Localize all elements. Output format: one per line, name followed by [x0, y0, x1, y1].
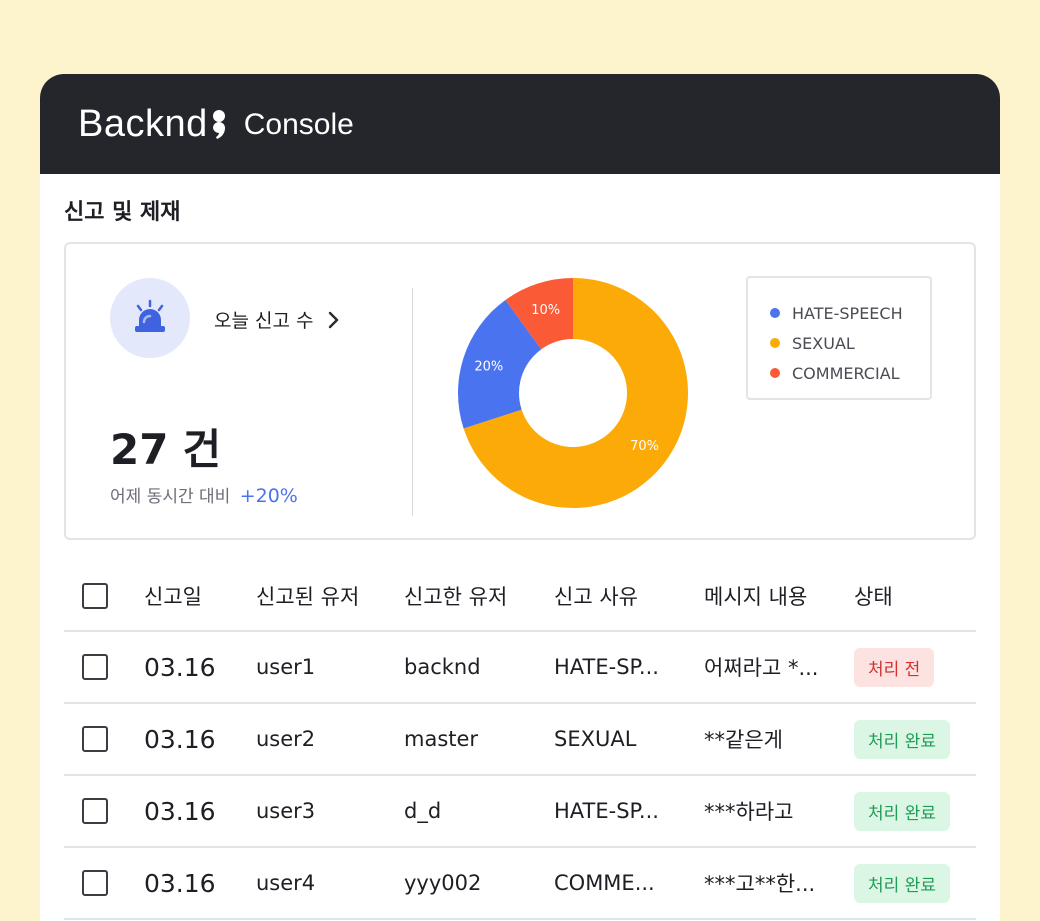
compare-label: 어제 동시간 대비: [110, 487, 231, 507]
cell-reported-user: user1: [256, 655, 316, 679]
alarm-badge: [110, 278, 190, 358]
cell-reporter: yyy002: [404, 871, 482, 895]
cell-reported-user: user2: [256, 727, 316, 751]
status-badge: 처리 완료: [854, 719, 950, 759]
cell-status: 처리 완료: [854, 791, 974, 831]
cell-reported-user: user4: [256, 871, 316, 895]
chart-legend: HATE-SPEECH SEXUAL COMMERCIAL: [746, 276, 932, 400]
cell-date: 03.16: [144, 724, 216, 754]
cell-message: ***하라고: [704, 800, 794, 824]
page-title: 신고 및 제재: [64, 200, 181, 225]
row-select-cell: [64, 654, 144, 680]
cell-reporter: d_d: [404, 799, 442, 823]
logo-mark-icon: [212, 110, 225, 139]
donut-slice-label: 70%: [630, 439, 659, 454]
cell-reason: COMME...: [554, 871, 655, 895]
console-label: Console: [243, 108, 354, 141]
legend-dot: [770, 308, 780, 318]
legend-item: COMMERCIAL: [770, 358, 930, 388]
header-reporter[interactable]: 신고한 유저: [404, 581, 554, 611]
table-row[interactable]: 03.16 user4 yyy002 COMME... ***고**한... 처리 완료: [64, 848, 976, 920]
report-count-unit: 건: [182, 425, 222, 474]
legend-item: SEXUAL: [770, 328, 930, 358]
table-header-row: 신고일 신고된 유저 신고한 유저 신고 사유 메시지 내용 상태: [64, 561, 976, 632]
row-checkbox[interactable]: [82, 726, 108, 752]
status-badge: 처리 전: [854, 647, 935, 687]
legend-label: SEXUAL: [792, 333, 855, 353]
summary-card: 오늘 신고 수 27 건 어제 동시간 대비 +20% 70% 20% 10% HA…: [64, 242, 976, 540]
legend-item: HATE-SPEECH: [770, 298, 930, 328]
status-badge: 처리 완료: [854, 791, 950, 831]
select-all-checkbox[interactable]: [82, 582, 108, 609]
report-reason-donut-chart: 70% 20% 10%: [458, 278, 688, 508]
cell-date: 03.16: [144, 868, 216, 898]
donut-slice-label: 10%: [531, 303, 560, 318]
table-row[interactable]: 03.16 user3 d_d HATE-SP... ***하라고 처리 완료: [64, 776, 976, 848]
row-checkbox[interactable]: [82, 654, 108, 680]
brand-logo[interactable]: Backnd: [78, 103, 226, 146]
cell-date: 03.16: [144, 796, 216, 826]
console-window: Backnd Console 신고 및 제재 오늘 신고 수 27 건 어제 동…: [40, 74, 1000, 921]
table-row[interactable]: 03.16 user1 backnd HATE-SP... 어쩌라고 *... 처리 전: [64, 632, 976, 704]
alarm-siren-icon: [135, 299, 165, 332]
donut-slice-label: 20%: [474, 360, 503, 375]
cell-date: 03.16: [144, 652, 216, 682]
legend-dot: [770, 338, 780, 348]
header-reason[interactable]: 신고 사유: [554, 581, 704, 611]
header-status[interactable]: 상태: [854, 581, 974, 611]
cell-reporter: master: [404, 727, 479, 751]
row-select-cell: [64, 726, 144, 752]
report-count-value: 27: [110, 425, 169, 474]
row-checkbox[interactable]: [82, 870, 108, 896]
compare-delta: +20%: [239, 485, 298, 507]
cell-reported-user: user3: [256, 799, 316, 823]
cell-status: 처리 전: [854, 647, 974, 687]
header-date[interactable]: 신고일: [144, 581, 256, 611]
legend-dot: [770, 368, 780, 378]
row-select-cell: [64, 798, 144, 824]
top-bar: Backnd Console: [40, 74, 1000, 174]
chevron-right-icon: [329, 311, 339, 328]
row-checkbox[interactable]: [82, 798, 108, 824]
today-reports-label: 오늘 신고 수: [214, 310, 314, 332]
cell-reason: HATE-SP...: [554, 655, 659, 679]
select-all-cell: [64, 582, 144, 609]
today-reports-link[interactable]: 오늘 신고 수: [214, 306, 339, 333]
report-count: 27 건: [110, 416, 221, 477]
compare-text: 어제 동시간 대비 +20%: [110, 482, 298, 507]
cell-reason: HATE-SP...: [554, 799, 659, 823]
cell-reporter: backnd: [404, 655, 481, 679]
cell-reason: SEXUAL: [554, 727, 637, 751]
cell-message: **같은게: [704, 728, 783, 752]
card-divider: [412, 288, 413, 516]
report-table: 신고일 신고된 유저 신고한 유저 신고 사유 메시지 내용 상태 03.16 u…: [64, 561, 976, 920]
logo-text: Backnd: [78, 102, 208, 145]
cell-message: ***고**한...: [704, 872, 816, 896]
cell-message: 어쩌라고 *...: [704, 656, 819, 680]
legend-label: COMMERCIAL: [792, 363, 900, 383]
legend-label: HATE-SPEECH: [792, 303, 903, 323]
header-message[interactable]: 메시지 내용: [704, 581, 854, 611]
cell-status: 처리 완료: [854, 719, 974, 759]
cell-status: 처리 완료: [854, 863, 974, 903]
status-badge: 처리 완료: [854, 863, 950, 903]
table-row[interactable]: 03.16 user2 master SEXUAL **같은게 처리 완료: [64, 704, 976, 776]
header-reported-user[interactable]: 신고된 유저: [256, 581, 404, 611]
row-select-cell: [64, 870, 144, 896]
